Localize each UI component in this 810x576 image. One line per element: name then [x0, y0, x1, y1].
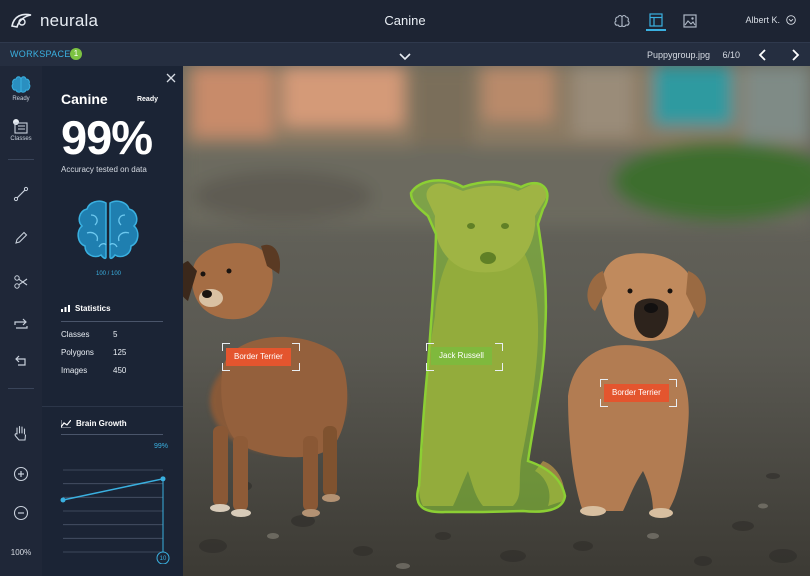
cut-tool[interactable]: [0, 274, 42, 290]
stat-row-images: Images 450: [61, 366, 151, 375]
polyline-tool[interactable]: [0, 186, 42, 202]
user-menu[interactable]: Albert K.: [745, 15, 796, 25]
bar-chart-icon: [61, 305, 70, 312]
statistics-heading-text: Statistics: [75, 304, 111, 313]
growth-start-point: [60, 497, 66, 503]
growth-series-line: [62, 478, 164, 501]
label-bracket: [669, 399, 677, 407]
layout-icon[interactable]: [646, 11, 666, 31]
class-label-border-terrier[interactable]: Border Terrier: [226, 348, 291, 366]
chevron-right-icon: [792, 49, 800, 61]
statistics-heading: Statistics: [61, 304, 111, 313]
redo-icon: [14, 318, 28, 329]
user-name: Albert K.: [745, 15, 780, 25]
brain-info-panel: Canine Ready 99% Accuracy tested on data…: [42, 66, 183, 576]
close-panel-button[interactable]: [166, 70, 176, 88]
image-counter: 6/10: [722, 50, 740, 60]
pencil-icon: [15, 231, 28, 244]
class-label-jack-russell[interactable]: Jack Russell: [431, 347, 492, 365]
divider: [61, 434, 163, 435]
stat-label: Polygons: [61, 348, 94, 357]
classes-tool[interactable]: Classes: [0, 118, 42, 142]
line-chart-icon: [61, 419, 71, 428]
image-gallery-icon[interactable]: [680, 11, 700, 31]
stat-value: 125: [113, 348, 127, 357]
zoom-out-icon: [13, 505, 29, 521]
growth-end-point: [160, 476, 166, 482]
growth-value-label: 99%: [154, 443, 169, 450]
label-bracket: [292, 343, 300, 351]
brain-icon[interactable]: [612, 11, 632, 31]
zoom-out-button[interactable]: [0, 505, 42, 521]
brain-capacity-label: 100 / 100: [95, 271, 122, 277]
chevron-left-icon: [758, 49, 766, 61]
status-badge: Ready: [136, 96, 158, 103]
growth-end-marker-label: 10: [160, 556, 167, 562]
previous-image-button[interactable]: [752, 45, 774, 65]
polyline-icon: [13, 186, 29, 202]
logo[interactable]: neurala: [10, 11, 98, 31]
redo-tool[interactable]: [0, 316, 42, 332]
toolbar-divider: [8, 159, 34, 160]
hand-icon: [14, 425, 27, 441]
workspace-bar: WORKSPACE 1 Puppygroup.jpg 6/10: [0, 42, 810, 66]
accuracy-value: 99%: [61, 111, 153, 164]
workspace-label[interactable]: WORKSPACE: [10, 49, 71, 59]
undo-icon: [15, 355, 26, 366]
stat-value: 5: [113, 330, 118, 339]
label-bracket: [495, 343, 503, 351]
top-bar: neurala Canine Albert K.: [0, 0, 810, 42]
stat-value: 450: [113, 366, 127, 375]
next-image-button[interactable]: [784, 45, 806, 65]
stat-row-polygons: Polygons 125: [61, 348, 151, 357]
brain-illustration-icon: [77, 200, 139, 260]
close-icon: [166, 73, 176, 83]
neurala-logo-icon: [11, 13, 32, 28]
stat-row-classes: Classes 5: [61, 330, 151, 339]
stat-label: Classes: [61, 330, 90, 339]
divider: [61, 321, 163, 322]
toolbar-divider: [8, 388, 34, 389]
scissors-icon: [14, 275, 28, 289]
chevron-down-icon: [786, 15, 796, 25]
pan-tool[interactable]: [0, 424, 42, 442]
puppy-photo: [183, 66, 810, 576]
brain-title: Canine: [61, 91, 108, 107]
accuracy-label: Accuracy tested on data: [61, 165, 147, 174]
label-bracket: [292, 363, 300, 371]
pen-tool[interactable]: [0, 230, 42, 246]
expand-chevron-icon[interactable]: [398, 49, 412, 67]
image-canvas[interactable]: Border Terrier Jack Russell Border Terri…: [183, 66, 810, 576]
zoom-in-icon: [13, 466, 29, 482]
classes-list-icon: [13, 119, 28, 134]
panel-divider: [42, 406, 183, 407]
file-name: Puppygroup.jpg: [646, 50, 710, 60]
ready-tool[interactable]: Ready: [0, 76, 42, 102]
undo-tool[interactable]: [0, 353, 42, 369]
logo-text: neurala: [40, 11, 99, 30]
ready-label: Ready: [12, 96, 30, 102]
label-bracket: [669, 379, 677, 387]
zoom-in-button[interactable]: [0, 466, 42, 482]
tool-sidebar: Ready Classes 100%: [0, 66, 42, 576]
brain-growth-chart: 10: [60, 469, 170, 564]
brain-growth-heading-text: Brain Growth: [76, 419, 127, 428]
class-label-border-terrier[interactable]: Border Terrier: [604, 384, 669, 402]
workspace-badge: 1: [70, 48, 82, 60]
classes-label: Classes: [10, 136, 32, 142]
zoom-level: 100%: [10, 548, 32, 557]
stat-label: Images: [61, 366, 88, 375]
brain-icon: [11, 76, 31, 93]
label-bracket: [495, 363, 503, 371]
brain-growth-heading: Brain Growth: [61, 419, 127, 428]
